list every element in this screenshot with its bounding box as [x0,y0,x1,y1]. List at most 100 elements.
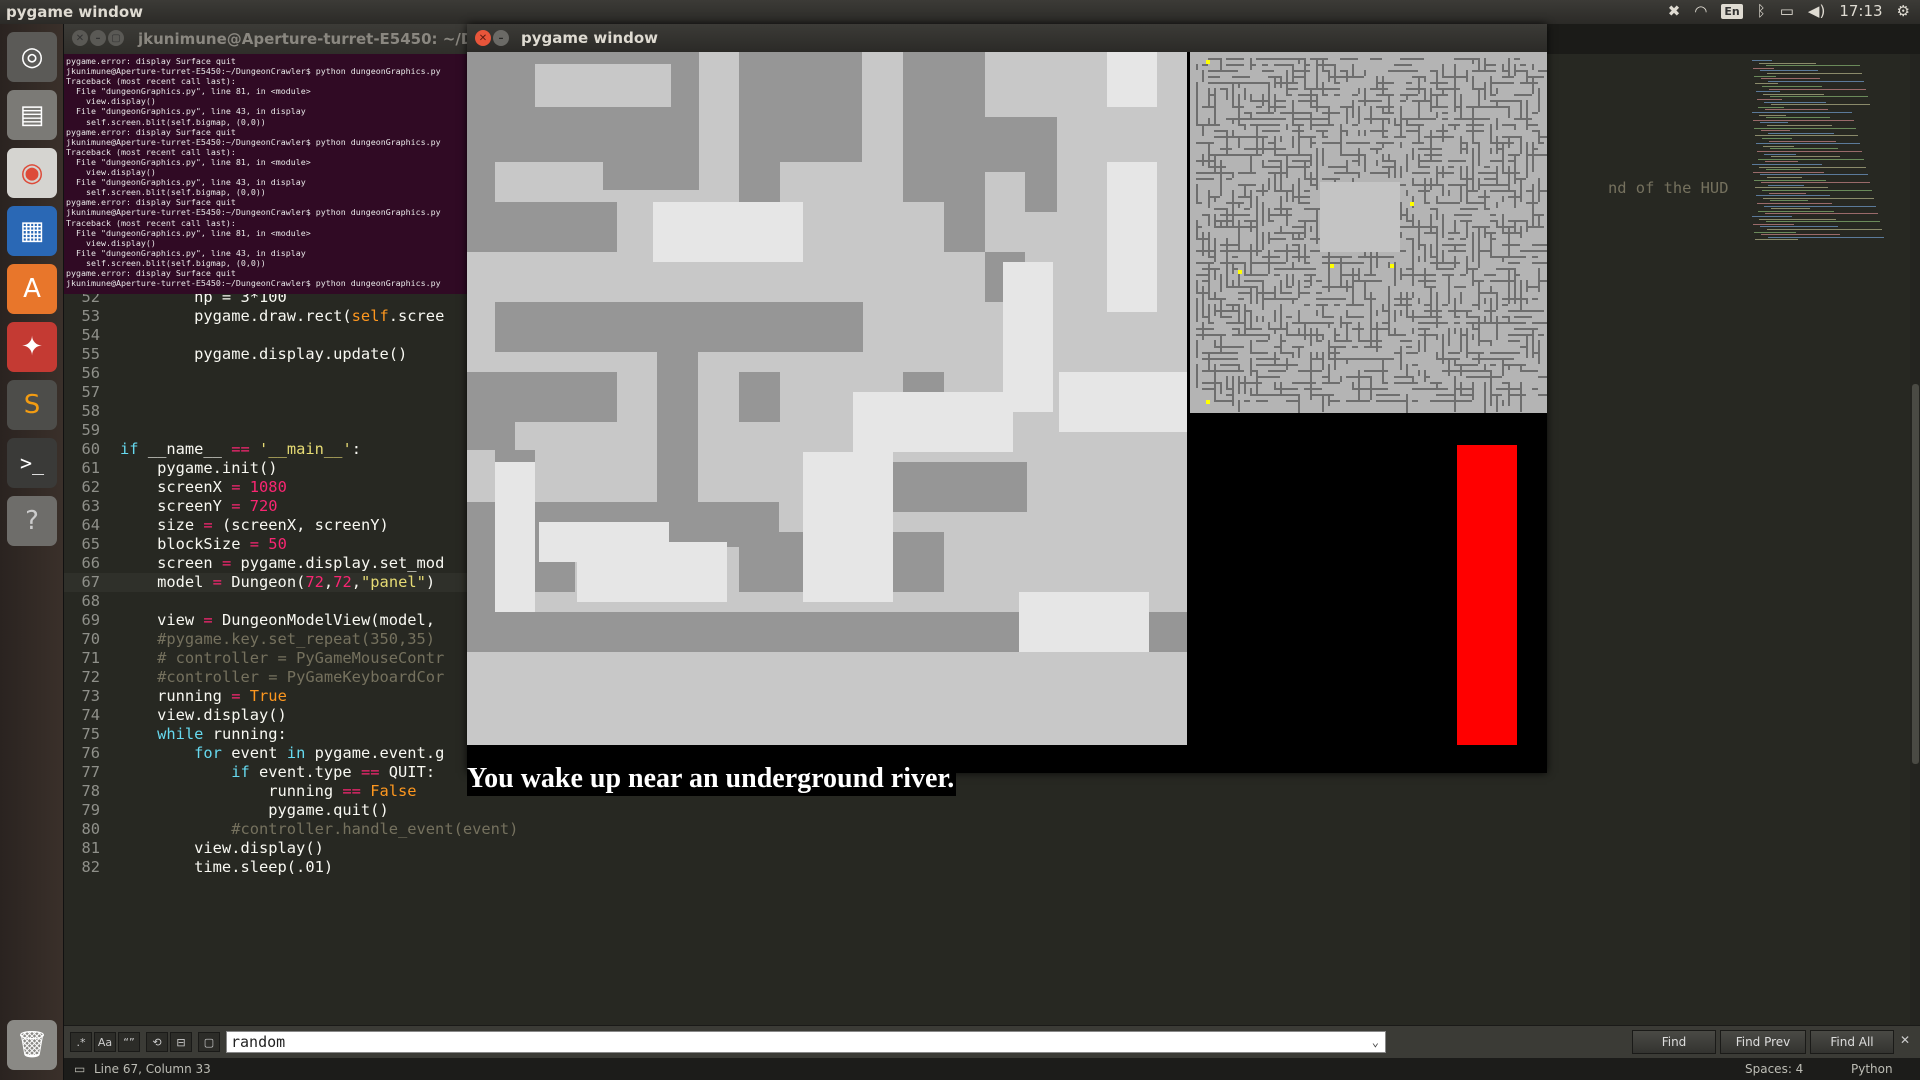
pygame-titlebar[interactable]: ✕ – pygame window [467,24,1547,52]
regex-toggle[interactable]: .* [70,1032,92,1052]
chrome-icon[interactable]: ◉ [7,148,57,198]
sublime-icon[interactable]: S [7,380,57,430]
maze-wall [1220,160,1222,178]
maze-wall [1220,244,1238,246]
ubuntu-dash-icon[interactable]: ◎ [7,32,57,82]
pygame-window[interactable]: ✕ – pygame window You wake up near an un… [467,24,1556,796]
maze-wall [1490,388,1492,406]
scrollbar-thumb[interactable] [1912,384,1919,764]
in-selection-toggle[interactable]: ⊟ [170,1032,192,1052]
software-center-icon[interactable]: A [7,264,57,314]
minimize-icon[interactable]: – [90,30,106,46]
maze-wall [1310,106,1328,108]
code-line[interactable]: 79 pygame.quit() [64,801,1464,820]
minimap-line [1753,119,1854,121]
maze-wall [1304,334,1306,340]
maze-wall [1298,220,1316,222]
code-line[interactable]: 82 time.sleep(.01) [64,858,1464,877]
maze-wall [1514,124,1516,130]
maze-wall [1508,256,1520,258]
find-button[interactable]: Find [1632,1030,1716,1054]
battery-icon[interactable]: ▭ [1780,2,1794,20]
minimap-line [1754,75,1776,77]
maze-wall [1508,268,1510,274]
line-number: 73 [81,687,100,705]
indentation-setting[interactable]: Spaces: 4 [1745,1062,1803,1076]
map-item-marker [1330,264,1334,268]
terminal-titlebar[interactable]: ✕ – ▢ jkunimune@Aperture-turret-E5450: ~… [64,24,516,54]
maze-wall [1238,244,1240,250]
close-icon[interactable]: ✕ [72,30,88,46]
maze-wall [1496,226,1514,228]
find-prev-button[interactable]: Find Prev [1720,1030,1806,1054]
bluetooth-icon[interactable]: ᛒ [1757,2,1766,20]
maze-wall [1238,64,1244,66]
line-number: 59 [81,421,100,439]
writer-icon[interactable]: ▦ [7,206,57,256]
wrap-toggle[interactable]: ⟲ [146,1032,168,1052]
maze-wall [1280,136,1282,142]
maze-wall [1436,382,1438,388]
trash-icon[interactable]: 🗑 [7,1020,57,1070]
maze-wall [1244,184,1246,190]
keyboard-layout-indicator[interactable]: En [1721,3,1743,19]
minimap[interactable] [1752,60,1902,260]
minimap-line [1763,145,1794,147]
maze-wall [1208,118,1210,124]
find-input[interactable]: random ⌄ [226,1031,1386,1053]
maximize-icon[interactable]: ▢ [108,30,124,46]
chevron-down-icon[interactable]: ⌄ [1372,1032,1379,1052]
syntax-setting[interactable]: Python [1851,1062,1893,1076]
clock[interactable]: 17:13 [1839,2,1882,20]
minimize-icon[interactable]: – [493,30,509,46]
dungeon-view[interactable] [467,52,1187,745]
files-icon[interactable]: ▤ [7,90,57,140]
maze-wall [1208,58,1220,60]
maze-wall [1460,100,1462,118]
close-icon[interactable]: ✕ [1900,1033,1910,1047]
whole-word-toggle[interactable]: “” [118,1032,140,1052]
map-item-marker [1410,202,1414,206]
dropbox-icon[interactable]: ✖ [1668,2,1681,20]
code-line[interactable]: 80 #controller.handle_event(event) [64,820,1464,839]
settings-icon[interactable]: ✦ [7,322,57,372]
terminal-window[interactable]: ✕ – ▢ jkunimune@Aperture-turret-E5450: ~… [64,24,516,294]
volume-icon[interactable]: ◀) [1808,2,1825,20]
help-icon[interactable]: ? [7,496,57,546]
highlight-toggle[interactable]: ▢ [198,1032,220,1052]
maze-wall [1196,382,1198,388]
panel-toggle-icon[interactable]: ▭ [74,1062,85,1076]
maze-wall [1274,142,1276,148]
maze-wall [1460,58,1478,60]
line-code: screenY = 720 [120,497,278,515]
maze-wall [1292,160,1310,162]
maze-wall [1238,202,1240,208]
power-icon[interactable]: ⚙ [1897,2,1910,20]
game-canvas[interactable]: You wake up near an underground river. [467,52,1556,796]
terminal-output[interactable]: pygame.error: display Surface quit jkuni… [66,56,466,288]
maze-wall [1406,304,1408,316]
case-toggle[interactable]: Aa [94,1032,116,1052]
maze-wall [1220,214,1226,216]
map-item-marker [1206,60,1210,64]
editor-scrollbar[interactable] [1910,54,1920,1034]
maze-wall [1232,256,1238,258]
close-icon[interactable]: ✕ [475,30,491,46]
maze-wall [1286,400,1298,402]
wifi-icon[interactable]: ◠ [1694,2,1707,20]
maze-wall [1490,160,1502,162]
minimap-line [1761,234,1840,236]
minimap-line [1758,210,1834,212]
terminal-icon[interactable]: >_ [7,438,57,488]
maze-wall [1262,214,1264,226]
dungeon-wall [780,52,821,162]
maze-wall [1520,280,1522,292]
code-line[interactable]: 81 view.display() [64,839,1464,858]
maze-wall [1538,286,1540,292]
maze-wall [1442,76,1448,78]
maze-wall [1352,124,1358,126]
find-all-button[interactable]: Find All [1810,1030,1894,1054]
maze-wall [1406,364,1408,376]
minimap-line [1770,148,1838,150]
maze-wall [1316,340,1322,342]
